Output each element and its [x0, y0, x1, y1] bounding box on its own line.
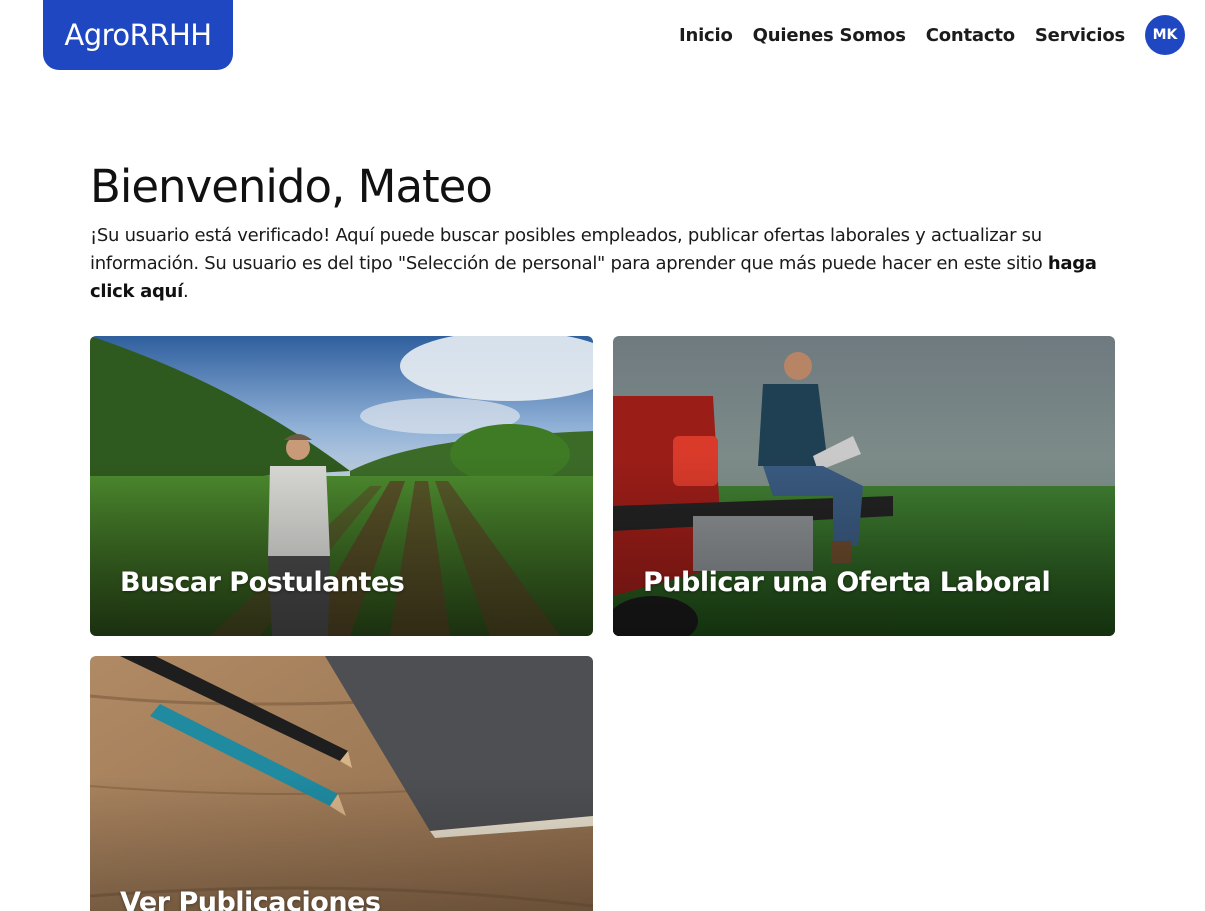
card-overlay [90, 656, 593, 911]
welcome-text-end: . [182, 281, 189, 302]
nav-item-contacto[interactable]: Contacto [926, 25, 1015, 46]
card-title: Publicar una Oferta Laboral [643, 567, 1051, 598]
card-title: Ver Publicaciones [120, 887, 381, 911]
nav-item-quienes-somos[interactable]: Quienes Somos [753, 25, 906, 46]
nav-item-inicio[interactable]: Inicio [679, 25, 733, 46]
brand-logo[interactable]: AgroRRHH [43, 0, 233, 70]
welcome-section: Bienvenido, Mateo ¡Su usuario está verif… [90, 158, 1120, 306]
main-nav: Inicio Quienes Somos Contacto Servicios … [679, 15, 1185, 55]
card-buscar-postulantes[interactable]: Buscar Postulantes [90, 336, 593, 636]
welcome-message: ¡Su usuario está verificado! Aquí puede … [90, 222, 1120, 306]
user-avatar[interactable]: MK [1145, 15, 1185, 55]
nav-item-servicios[interactable]: Servicios [1035, 25, 1125, 46]
page: AgroRRHH Inicio Quienes Somos Contacto S… [0, 0, 1205, 911]
card-publicar-oferta[interactable]: Publicar una Oferta Laboral [613, 336, 1115, 636]
card-title: Buscar Postulantes [120, 567, 405, 598]
welcome-text: ¡Su usuario está verificado! Aquí puede … [90, 225, 1048, 274]
page-title: Bienvenido, Mateo [90, 160, 493, 213]
card-ver-publicaciones[interactable]: Ver Publicaciones [90, 656, 593, 911]
